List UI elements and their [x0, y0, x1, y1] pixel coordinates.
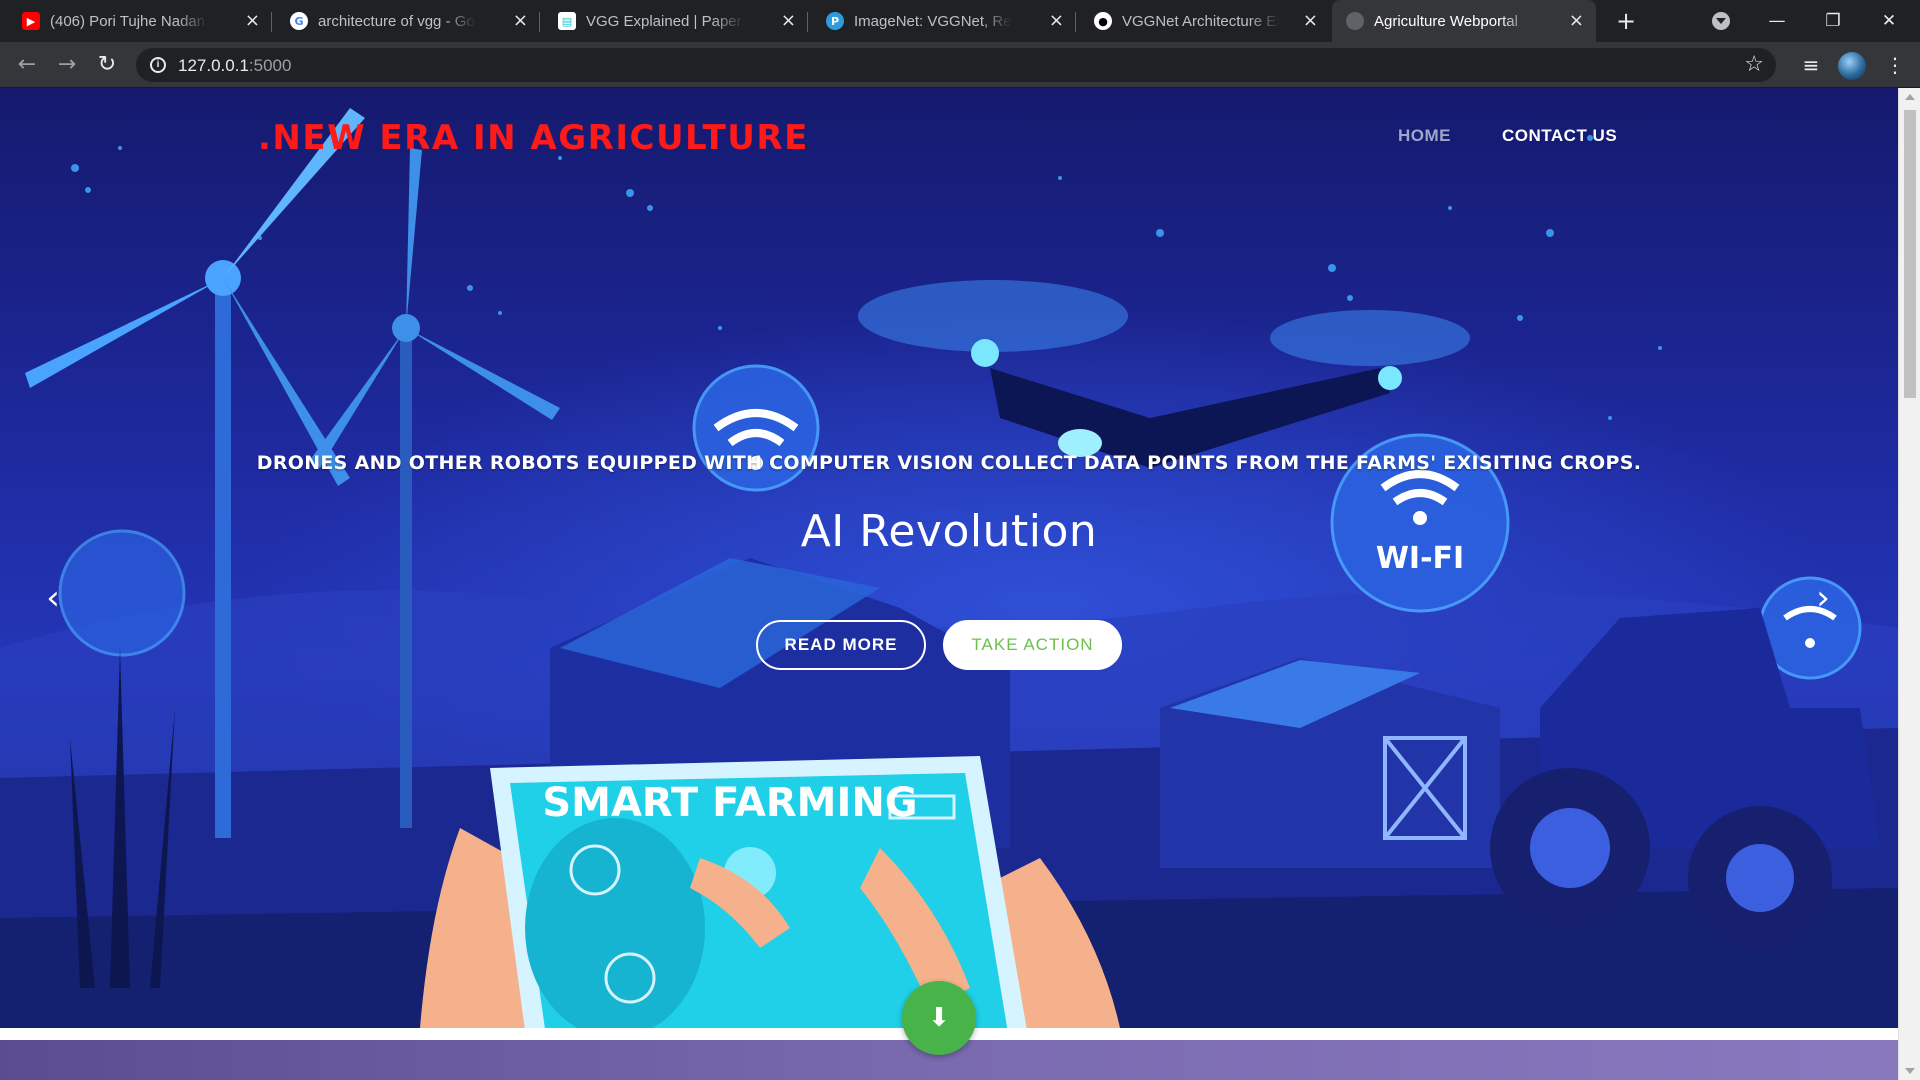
- nav-home-link[interactable]: HOME: [1398, 126, 1451, 146]
- youtube-icon: ▶: [22, 12, 40, 30]
- nav-contact-link[interactable]: CONTACT US: [1502, 126, 1617, 146]
- globe-icon: [1346, 12, 1364, 30]
- scrollbar-thumb[interactable]: [1904, 110, 1916, 398]
- browser-tab-medium[interactable]: ● VGGNet Architecture Explained ×: [1080, 0, 1330, 42]
- minimize-icon[interactable]: —: [1754, 6, 1800, 36]
- forward-icon[interactable]: →: [52, 50, 82, 80]
- tab-title: ImageNet: VGGNet, ResNet, Inception: [854, 12, 1012, 30]
- google-icon: G: [290, 12, 308, 30]
- close-window-icon[interactable]: ✕: [1866, 6, 1912, 36]
- page-viewport: WI-FI SMART FARMING .NEW ERA IN AGRICULT…: [0, 88, 1898, 1080]
- slide-headline: AI Revolution: [800, 506, 1098, 557]
- tab-separator: [807, 12, 808, 32]
- carousel-prev-icon[interactable]: ‹: [38, 578, 68, 618]
- tab-separator: [539, 12, 540, 32]
- browser-tab-paperswithcode[interactable]: ▤ VGG Explained | Papers With Code ×: [544, 0, 808, 42]
- restore-icon[interactable]: ❐: [1810, 6, 1856, 36]
- scroll-down-arrow-icon[interactable]: ⬇: [902, 981, 976, 1055]
- bookmark-star-icon[interactable]: ☆: [1744, 52, 1764, 77]
- carousel-next-icon[interactable]: ›: [1808, 578, 1838, 618]
- tab-title: Agriculture Webportal: [1374, 12, 1518, 30]
- tab-separator: [271, 12, 272, 32]
- tablet-smart-farming-label: SMART FARMING: [542, 780, 917, 826]
- browser-tab-google[interactable]: G architecture of vgg - Google Search ×: [276, 0, 540, 42]
- tab-separator: [1075, 12, 1076, 32]
- tab-title: architecture of vgg - Google Search: [318, 12, 476, 30]
- browser-tab-agriculture-active[interactable]: Agriculture Webportal ×: [1332, 0, 1596, 42]
- close-tab-icon[interactable]: ×: [1049, 12, 1064, 30]
- reading-list-icon[interactable]: ≡: [1796, 50, 1826, 80]
- scroll-up-icon[interactable]: [1905, 94, 1915, 100]
- close-tab-icon[interactable]: ×: [245, 12, 260, 30]
- tab-title: (406) Pori Tujhe Nadan | Official: [50, 12, 208, 30]
- url-text: 127.0.0.1:5000: [178, 56, 291, 76]
- tab-title: VGGNet Architecture Explained: [1122, 12, 1280, 30]
- slide-caption: DRONES AND OTHER ROBOTS EQUIPPED WITH CO…: [256, 452, 1642, 474]
- read-more-button[interactable]: READ MORE: [756, 620, 926, 670]
- page-scrollbar[interactable]: [1898, 88, 1920, 1080]
- pyimagesearch-icon: P: [826, 12, 844, 30]
- new-tab-button[interactable]: +: [1612, 7, 1640, 35]
- drone-decoration: [858, 280, 1470, 468]
- back-icon[interactable]: ←: [12, 50, 42, 80]
- address-bar[interactable]: i 127.0.0.1:5000 ☆: [136, 48, 1776, 82]
- close-tab-icon[interactable]: ×: [781, 12, 796, 30]
- reload-icon[interactable]: ↻: [92, 50, 122, 80]
- close-tab-icon[interactable]: ×: [1303, 12, 1318, 30]
- url-host: 127.0.0.1: [178, 56, 249, 75]
- hero-slider: WI-FI SMART FARMING .NEW ERA IN AGRICULT…: [0, 88, 1898, 1028]
- browser-tab-youtube[interactable]: ▶ (406) Pori Tujhe Nadan | Official ×: [8, 0, 272, 42]
- url-port: :5000: [248, 56, 292, 75]
- browser-toolbar: ← → ↻ i 127.0.0.1:5000 ☆ ≡ ⋮: [0, 42, 1920, 88]
- smart-farming-illustration: WI-FI SMART FARMING: [0, 108, 1898, 1028]
- menu-kebab-icon[interactable]: ⋮: [1880, 50, 1910, 80]
- scroll-down-icon[interactable]: [1905, 1068, 1915, 1074]
- profile-avatar[interactable]: [1838, 52, 1866, 80]
- take-action-button[interactable]: TAKE ACTION: [943, 620, 1122, 670]
- brand-logo[interactable]: .NEW ERA IN AGRICULTURE: [258, 118, 809, 158]
- paperswithcode-icon: ▤: [558, 12, 576, 30]
- tab-title: VGG Explained | Papers With Code: [586, 12, 744, 30]
- browser-tab-imagenet[interactable]: P ImageNet: VGGNet, ResNet, Inception ×: [812, 0, 1076, 42]
- browser-tab-bar: ▶ (406) Pori Tujhe Nadan | Official × G …: [0, 0, 1920, 42]
- tab-search-icon[interactable]: [1712, 12, 1730, 30]
- medium-icon: ●: [1094, 12, 1112, 30]
- close-tab-icon[interactable]: ×: [513, 12, 528, 30]
- site-info-icon[interactable]: i: [150, 57, 166, 73]
- close-tab-icon[interactable]: ×: [1569, 12, 1584, 30]
